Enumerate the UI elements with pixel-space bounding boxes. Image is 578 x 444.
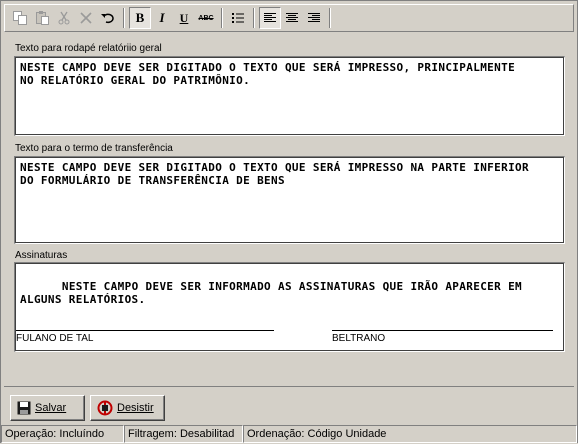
bold-icon[interactable]: B <box>129 7 151 29</box>
toolbar-separator <box>123 8 125 28</box>
cut-icon[interactable] <box>53 7 75 29</box>
status-order: Ordenação: Código Unidade <box>243 425 577 443</box>
save-button[interactable]: Salvar <box>10 395 85 421</box>
status-bar: Operação: Incluíndo Filtragem: Desabilit… <box>1 424 578 444</box>
signatures-text: NESTE CAMPO DEVE SER INFORMADO AS ASSINA… <box>20 280 523 306</box>
toolbar-separator <box>221 8 223 28</box>
signatures-label: Assinaturas <box>15 250 68 261</box>
cancel-button-label: Desistir <box>117 402 154 414</box>
signature-name-2: BELTRANO <box>332 333 386 344</box>
undo-icon[interactable] <box>97 7 119 29</box>
italic-icon[interactable]: I <box>151 7 173 29</box>
footer-text-label: Texto para rodapé relatóriio geral <box>15 43 162 54</box>
strikethrough-icon[interactable]: ABC <box>195 7 217 29</box>
save-button-label: Salvar <box>35 402 67 414</box>
signature-name-1: FULANO DE TAL <box>16 333 94 344</box>
signature-line-2 <box>332 330 553 331</box>
action-bar: Salvar Desistir <box>4 386 574 424</box>
form-content: Texto para rodapé relatóriio geral NESTE… <box>4 34 574 384</box>
signatures-memo[interactable]: NESTE CAMPO DEVE SER INFORMADO AS ASSINA… <box>14 262 565 352</box>
transfer-text-label: Texto para o termo de transferência <box>15 143 173 154</box>
signature-line-1 <box>16 330 274 331</box>
transfer-text-memo[interactable]: NESTE CAMPO DEVE SER DIGITADO O TEXTO QU… <box>14 156 565 244</box>
cancel-icon <box>97 400 113 416</box>
underline-icon[interactable]: U <box>173 7 195 29</box>
toolbar-separator <box>329 8 331 28</box>
floppy-disk-icon <box>17 401 31 415</box>
formatting-toolbar: B I U ABC <box>4 4 574 32</box>
status-filter: Filtragem: Desabilitad <box>124 425 243 443</box>
form-window: B I U ABC Texto para rodapé relatóriio g… <box>0 0 578 443</box>
align-left-icon[interactable] <box>259 7 281 29</box>
toolbar-separator <box>253 8 255 28</box>
delete-icon[interactable] <box>75 7 97 29</box>
paste-icon[interactable] <box>31 7 53 29</box>
align-center-icon[interactable] <box>281 7 303 29</box>
bullet-list-icon[interactable] <box>227 7 249 29</box>
align-right-icon[interactable] <box>303 7 325 29</box>
status-operation: Operação: Incluíndo <box>1 425 124 443</box>
cancel-button[interactable]: Desistir <box>90 395 165 421</box>
footer-text-memo[interactable]: NESTE CAMPO DEVE SER DIGITADO O TEXTO QU… <box>14 56 565 136</box>
copy-icon[interactable] <box>9 7 31 29</box>
